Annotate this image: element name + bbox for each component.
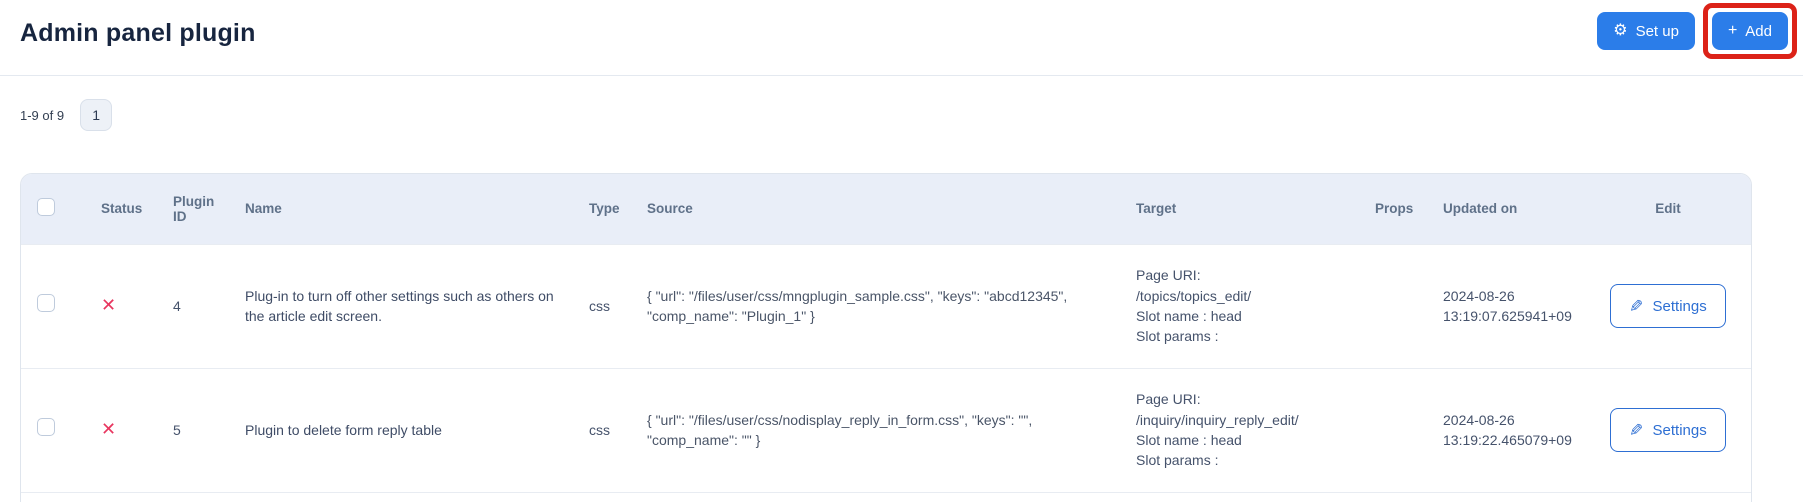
plugin-target: Page URI: /inquiry/inquiry_reply_edit/ S… [1120, 367, 1359, 492]
column-header-target: Target [1120, 174, 1359, 244]
target-page-uri-label: Page URI: [1136, 391, 1201, 408]
status-x-icon: ✕ [101, 294, 117, 315]
settings-button[interactable]: ✎ Settings [1610, 408, 1726, 452]
plugin-props [1359, 243, 1427, 368]
plugin-target: Page URI: /topics/topics_edit/ Slot name… [1120, 243, 1359, 368]
column-header-status: Status [85, 174, 157, 244]
status-x-icon: ✕ [101, 418, 117, 439]
toolbar: ⚙ Set up + Add [1597, 3, 1797, 59]
select-all-checkbox[interactable] [37, 198, 55, 217]
pagination-range: 1-9 of 9 [20, 107, 65, 123]
column-header-type: Type [573, 174, 631, 244]
target-slot-name: Slot name : head [1136, 308, 1242, 324]
setup-button-label: Set up [1635, 22, 1679, 40]
plugin-name: Plugin to delete form reply table [229, 367, 573, 492]
target-page-uri-label: Page URI: [1136, 267, 1201, 284]
pencil-icon: ✎ [1629, 296, 1644, 316]
pencil-icon: ✎ [1629, 420, 1644, 440]
header-divider [0, 75, 1803, 76]
add-button[interactable]: + Add [1711, 12, 1788, 50]
plugin-table: Status Plugin ID Name Type Source Target… [20, 173, 1752, 502]
plugin-name: Plug-in to turn off other settings such … [229, 243, 573, 368]
pagination-page-1-button[interactable]: 1 [80, 99, 113, 131]
plugin-id-value: 5 [157, 367, 229, 492]
table-row-partial [21, 491, 1751, 502]
add-button-highlight-box: + Add [1702, 3, 1797, 59]
column-header-updated-on: Updated on [1427, 174, 1583, 244]
column-header-name: Name [229, 174, 573, 244]
target-page-uri: /inquiry/inquiry_reply_edit/ [1136, 411, 1299, 428]
settings-button-label: Settings [1652, 297, 1707, 315]
target-slot-params: Slot params : [1136, 452, 1219, 469]
page-title: Admin panel plugin [20, 19, 256, 47]
target-page-uri: /topics/topics_edit/ [1136, 287, 1252, 304]
admin-plugin-page: Admin panel plugin ⚙ Set up + Add 1-9 of… [0, 0, 1803, 502]
plugin-type: css [573, 367, 631, 492]
column-header-plugin-id: Plugin ID [157, 174, 229, 244]
settings-button-label: Settings [1652, 421, 1707, 439]
table-row: ✕ 5 Plugin to delete form reply table cs… [21, 367, 1751, 492]
plugin-type: css [573, 243, 631, 368]
plugin-source: { "url": "/files/user/css/mngplugin_samp… [631, 243, 1120, 368]
updated-date: 2024-08-26 [1443, 287, 1515, 304]
settings-button[interactable]: ✎ Settings [1610, 284, 1726, 328]
plus-icon: + [1727, 22, 1738, 39]
setup-button[interactable]: ⚙ Set up [1597, 12, 1695, 50]
plugin-source: { "url": "/files/user/css/nodisplay_repl… [631, 367, 1120, 492]
add-button-label: Add [1745, 22, 1772, 40]
column-header-props: Props [1359, 174, 1427, 244]
column-header-source: Source [631, 174, 1120, 244]
plugin-id-value: 4 [157, 243, 229, 368]
target-slot-params: Slot params : [1136, 328, 1219, 345]
plugin-updated-on: 2024-08-26 13:19:07.625941+09 [1427, 243, 1583, 368]
table-row: ✕ 4 Plug-in to turn off other settings s… [21, 243, 1751, 368]
updated-date: 2024-08-26 [1443, 411, 1515, 428]
table-header-row: Status Plugin ID Name Type Source Target… [21, 174, 1751, 244]
row-checkbox[interactable] [37, 418, 55, 437]
pagination: 1-9 of 9 1 [20, 99, 113, 131]
column-header-edit: Edit [1583, 174, 1751, 244]
target-slot-name: Slot name : head [1136, 432, 1242, 448]
gear-icon: ⚙ [1613, 22, 1628, 39]
updated-time: 13:19:22.465079+09 [1443, 432, 1572, 448]
plugin-updated-on: 2024-08-26 13:19:22.465079+09 [1427, 367, 1583, 492]
updated-time: 13:19:07.625941+09 [1443, 308, 1572, 324]
plugin-props [1359, 367, 1427, 492]
row-checkbox[interactable] [37, 294, 55, 313]
